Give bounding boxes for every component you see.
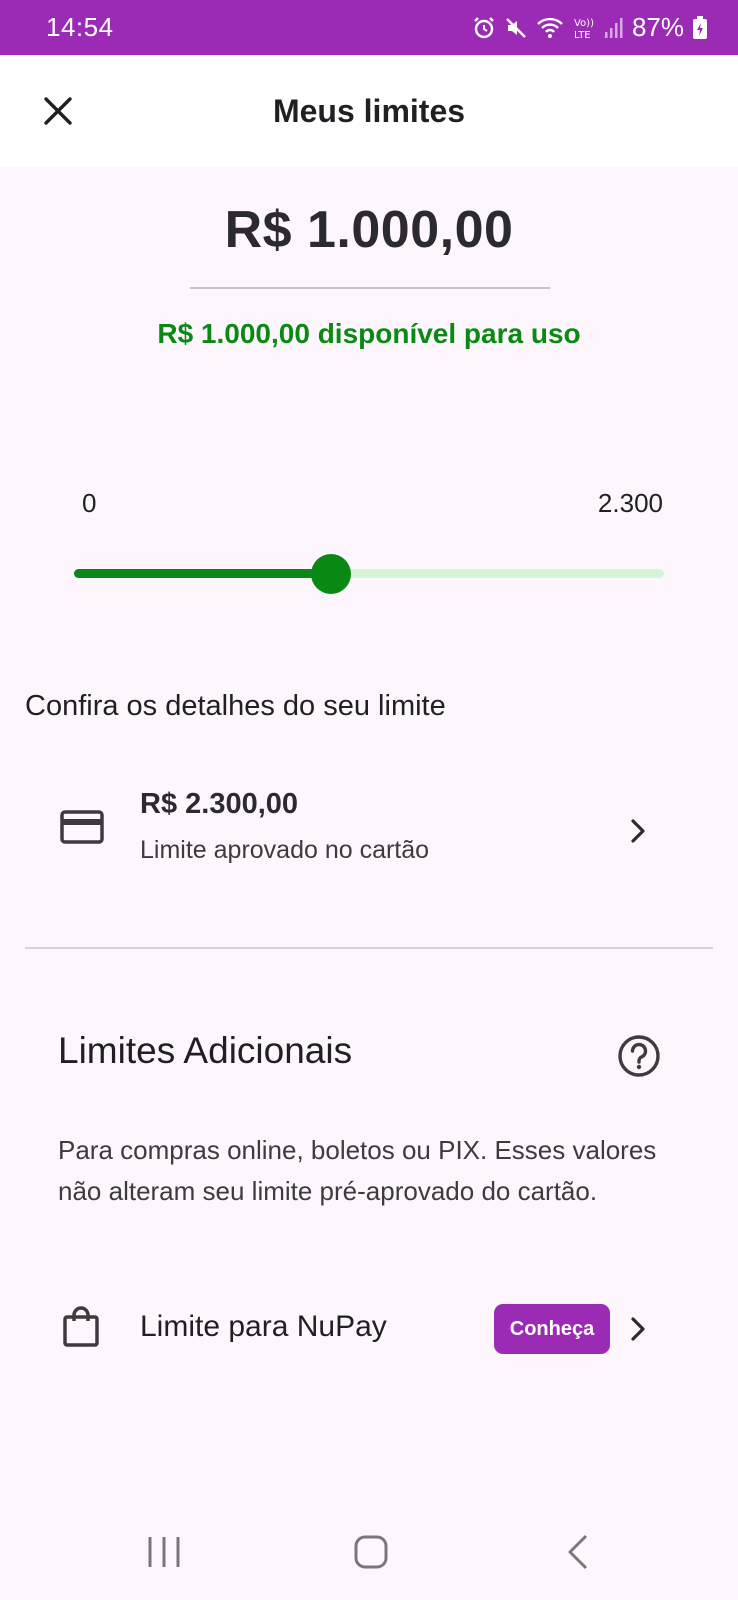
back-button[interactable] [548, 1528, 608, 1576]
limit-slider[interactable] [74, 554, 664, 594]
chevron-right-icon [628, 1316, 648, 1347]
shopping-bag-icon [62, 1306, 100, 1353]
home-button[interactable] [341, 1528, 401, 1576]
credit-card-icon [60, 810, 104, 849]
recents-icon [148, 1537, 180, 1567]
status-icons: Vo)) LTE 87% [472, 12, 708, 43]
back-icon [568, 1534, 588, 1570]
close-button[interactable] [32, 85, 84, 137]
status-bar: 14:54 Vo)) LTE 87% [0, 0, 738, 55]
slider-max-label: 2.300 [597, 488, 663, 518]
card-limit-amount: R$ 2.300,00 [140, 788, 299, 820]
limit-amount-input[interactable]: R$ 1.000,00 [0, 200, 738, 260]
conheca-badge[interactable]: Conheça [494, 1304, 610, 1354]
volte-icon: Vo)) LTE [572, 15, 596, 41]
recents-button[interactable] [134, 1528, 194, 1576]
header: Meus limites [0, 55, 738, 167]
help-button[interactable] [617, 1034, 661, 1078]
section-divider [25, 947, 713, 949]
slider-fill [74, 569, 331, 578]
page-title: Meus limites [272, 92, 466, 129]
nupay-limit-row[interactable]: Limite para NuPay Conheça [0, 1285, 738, 1371]
card-limit-label: Limite aprovado no cartão [140, 836, 430, 864]
alarm-icon [472, 16, 496, 40]
battery-charging-icon [692, 15, 708, 40]
additional-limits-description: Para compras online, boletos ou PIX. Ess… [58, 1135, 657, 1206]
signal-icon [604, 17, 624, 39]
battery-percent: 87% [631, 12, 684, 42]
home-icon [354, 1535, 388, 1569]
amount-underline [190, 287, 550, 289]
slider-min-label: 0 [82, 488, 97, 518]
wifi-icon [536, 16, 564, 40]
details-section-title: Confira os detalhes do seu limite [25, 690, 446, 722]
available-amount-text: R$ 1.000,00 disponível para uso [157, 318, 581, 349]
chevron-right-icon [628, 818, 648, 849]
help-icon [618, 1035, 660, 1077]
system-nav-bar [0, 1500, 738, 1600]
svg-text:LTE: LTE [574, 30, 591, 41]
mute-icon [504, 16, 528, 40]
card-limit-row[interactable]: R$ 2.300,00 Limite aprovado no cartão [0, 770, 738, 895]
slider-thumb[interactable] [310, 554, 351, 594]
close-icon [44, 97, 72, 125]
additional-limits-title: Limites Adicionais [58, 1030, 353, 1071]
status-time: 14:54 [46, 12, 114, 42]
svg-text:Vo)): Vo)) [574, 18, 594, 29]
nupay-limit-label: Limite para NuPay [140, 1310, 387, 1343]
